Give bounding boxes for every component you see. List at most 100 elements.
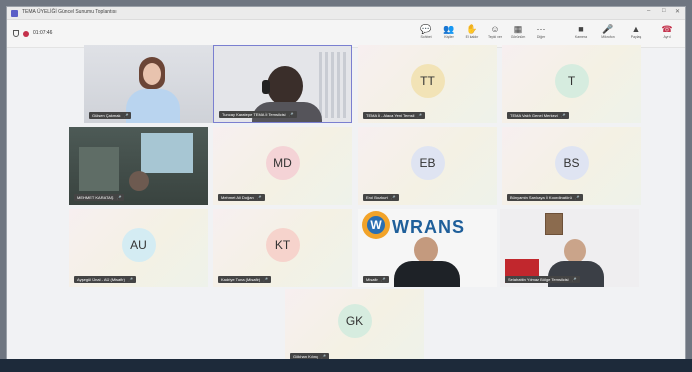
participant-tile[interactable]: GK Gökhan Kılınç 🎤 bbox=[285, 289, 424, 363]
headphones-shape bbox=[262, 80, 270, 94]
more-button[interactable]: ⋯ Diğer bbox=[530, 23, 552, 45]
mic-off-icon: 🎤 bbox=[256, 195, 262, 200]
participant-tile[interactable]: T TEMA Vakfı Genel Merkezi 🎤 bbox=[502, 45, 641, 123]
mic-off-icon: 🎤 bbox=[288, 112, 294, 117]
react-label: Tepki ver bbox=[487, 35, 502, 39]
share-icon: ▲ bbox=[631, 24, 641, 34]
portrait-frame bbox=[545, 213, 563, 235]
participant-name: Ayşegül Ünal - AÜ (Misafir) 🎤 bbox=[74, 276, 136, 283]
window-title: TEMA ÜYELİĞİ Güncel Sunumu Toplantısı bbox=[22, 9, 117, 15]
more-icon: ⋯ bbox=[536, 24, 546, 34]
jacket-shape bbox=[548, 261, 604, 287]
participant-tile[interactable]: AU Ayşegül Ünal - AÜ (Misafir) 🎤 bbox=[69, 209, 208, 287]
mic-button[interactable]: 🎤 Mikrofon bbox=[597, 23, 619, 45]
react-button[interactable]: ☺ Tepki ver bbox=[484, 23, 506, 45]
title-bar: TEMA ÜYELİĞİ Güncel Sunumu Toplantısı – … bbox=[7, 7, 685, 20]
chat-label: Sohbet bbox=[420, 35, 432, 39]
teams-app-icon bbox=[11, 10, 18, 17]
participant-name: Kadriye Tuna (Misafir) 🎤 bbox=[218, 276, 272, 283]
wall-panel bbox=[319, 52, 347, 118]
leave-icon: ☎ bbox=[661, 24, 673, 34]
participant-avatar: BS bbox=[554, 146, 589, 180]
participant-name: Mehmet Ali Doğan 🎤 bbox=[218, 194, 265, 201]
shield-icon bbox=[13, 30, 19, 37]
participant-avatar: MD bbox=[265, 146, 300, 180]
view-icon: ▦ bbox=[513, 24, 523, 34]
face-shape bbox=[143, 63, 161, 85]
mic-icon: 🎤 bbox=[602, 24, 614, 34]
participant-tile[interactable]: MEHMET KARATAŞ 🎤 bbox=[69, 127, 208, 205]
raise-hand-icon: ✋ bbox=[466, 24, 478, 34]
participant-name: TEMA Vakfı Genel Merkezi 🎤 bbox=[507, 112, 569, 119]
people-label: Kişiler bbox=[444, 35, 454, 39]
participant-name: TEMA İl - Alaca Yeni Temsil 🎤 bbox=[363, 112, 426, 119]
people-button[interactable]: 👥 Kişiler bbox=[438, 23, 460, 45]
close-button[interactable]: ✕ bbox=[675, 8, 680, 15]
meeting-toolbar: 01:07:46 💬 Sohbet 👥 Kişiler ✋ El kaldır … bbox=[7, 20, 685, 48]
mic-off-icon: 🎤 bbox=[116, 195, 122, 200]
mic-off-icon: 🎤 bbox=[574, 195, 580, 200]
shirt-shape bbox=[126, 89, 180, 123]
participant-tile[interactable]: Tuncay Karatepe TEMA İl Temsilcisi 🎤 bbox=[213, 45, 352, 123]
mic-off-icon: 🎤 bbox=[123, 113, 129, 118]
camera-icon: ■ bbox=[578, 24, 584, 34]
participant-avatar: GK bbox=[337, 304, 372, 338]
chat-button[interactable]: 💬 Sohbet bbox=[415, 23, 437, 45]
logo-w-icon: W bbox=[367, 216, 385, 234]
mic-off-icon: 🎤 bbox=[127, 277, 133, 282]
head-shape bbox=[129, 171, 149, 191]
view-label: Görünüm bbox=[510, 35, 526, 39]
mic-off-icon: 🎤 bbox=[571, 277, 577, 282]
participant-name: Gülsen Çakmak 🎤 bbox=[89, 112, 132, 119]
minimize-button[interactable]: – bbox=[647, 8, 650, 14]
jacket-shape bbox=[394, 261, 460, 287]
participant-avatar: AU bbox=[121, 228, 156, 262]
participant-tile[interactable]: W WRANS Misafir 🎤 bbox=[358, 209, 497, 287]
participant-tile[interactable]: Selahattin Yılmaz Bölge Temsilcisi 🎤 bbox=[500, 209, 639, 287]
share-label: Paylaş bbox=[630, 35, 642, 39]
camera-label: Kamera bbox=[574, 35, 588, 39]
camera-button[interactable]: ■ Kamera bbox=[570, 23, 592, 45]
participant-avatar: T bbox=[554, 64, 589, 98]
participant-tile[interactable]: Gülsen Çakmak 🎤 bbox=[84, 45, 223, 123]
recording-icon bbox=[23, 31, 29, 37]
chat-icon: 💬 bbox=[420, 24, 432, 34]
mic-off-icon: 🎤 bbox=[390, 195, 396, 200]
participant-name: MEHMET KARATAŞ 🎤 bbox=[74, 194, 125, 201]
participant-avatar: TT bbox=[410, 64, 445, 98]
participant-name: Bünyamin Sarıkaya İl Koordinatörü 🎤 bbox=[507, 194, 583, 201]
meeting-window: TEMA ÜYELİĞİ Güncel Sunumu Toplantısı – … bbox=[6, 6, 686, 365]
share-button[interactable]: ▲ Paylaş bbox=[625, 23, 647, 45]
raise-hand-label: El kaldır bbox=[465, 35, 479, 39]
head-shape bbox=[267, 66, 303, 106]
leave-button[interactable]: ☎ Ayrıl bbox=[655, 23, 679, 45]
react-icon: ☺ bbox=[490, 24, 500, 34]
participant-name: Erol Bozkurt 🎤 bbox=[363, 194, 399, 201]
mic-off-icon: 🎤 bbox=[560, 113, 566, 118]
meeting-timer: 01:07:46 bbox=[33, 30, 53, 36]
people-icon: 👥 bbox=[443, 24, 455, 34]
more-label: Diğer bbox=[536, 35, 546, 39]
company-banner: WRANS bbox=[392, 217, 465, 237]
participant-name: Selahattin Yılmaz Bölge Temsilcisi 🎤 bbox=[505, 276, 580, 283]
participant-tile[interactable]: TT TEMA İl - Alaca Yeni Temsil 🎤 bbox=[358, 45, 497, 123]
mic-label: Mikrofon bbox=[601, 35, 615, 39]
mic-off-icon: 🎤 bbox=[263, 277, 269, 282]
cabinet-shape bbox=[79, 147, 119, 191]
participant-tile[interactable]: MD Mehmet Ali Doğan 🎤 bbox=[213, 127, 352, 205]
head-shape bbox=[564, 239, 586, 263]
participant-avatar: EB bbox=[410, 146, 445, 180]
head-shape bbox=[414, 237, 438, 263]
mic-off-icon: 🎤 bbox=[417, 113, 423, 118]
participant-avatar: KT bbox=[265, 228, 300, 262]
leave-label: Ayrıl bbox=[663, 35, 671, 39]
participant-name: Misafir 🎤 bbox=[363, 276, 389, 283]
participant-tile[interactable]: EB Erol Bozkurt 🎤 bbox=[358, 127, 497, 205]
view-button[interactable]: ▦ Görünüm bbox=[507, 23, 529, 45]
participant-tile[interactable]: KT Kadriye Tuna (Misafir) 🎤 bbox=[213, 209, 352, 287]
taskbar bbox=[0, 359, 692, 372]
maximize-button[interactable]: □ bbox=[662, 8, 666, 14]
window-shape bbox=[141, 133, 193, 173]
raise-hand-button[interactable]: ✋ El kaldır bbox=[461, 23, 483, 45]
participant-tile[interactable]: BS Bünyamin Sarıkaya İl Koordinatörü 🎤 bbox=[502, 127, 641, 205]
